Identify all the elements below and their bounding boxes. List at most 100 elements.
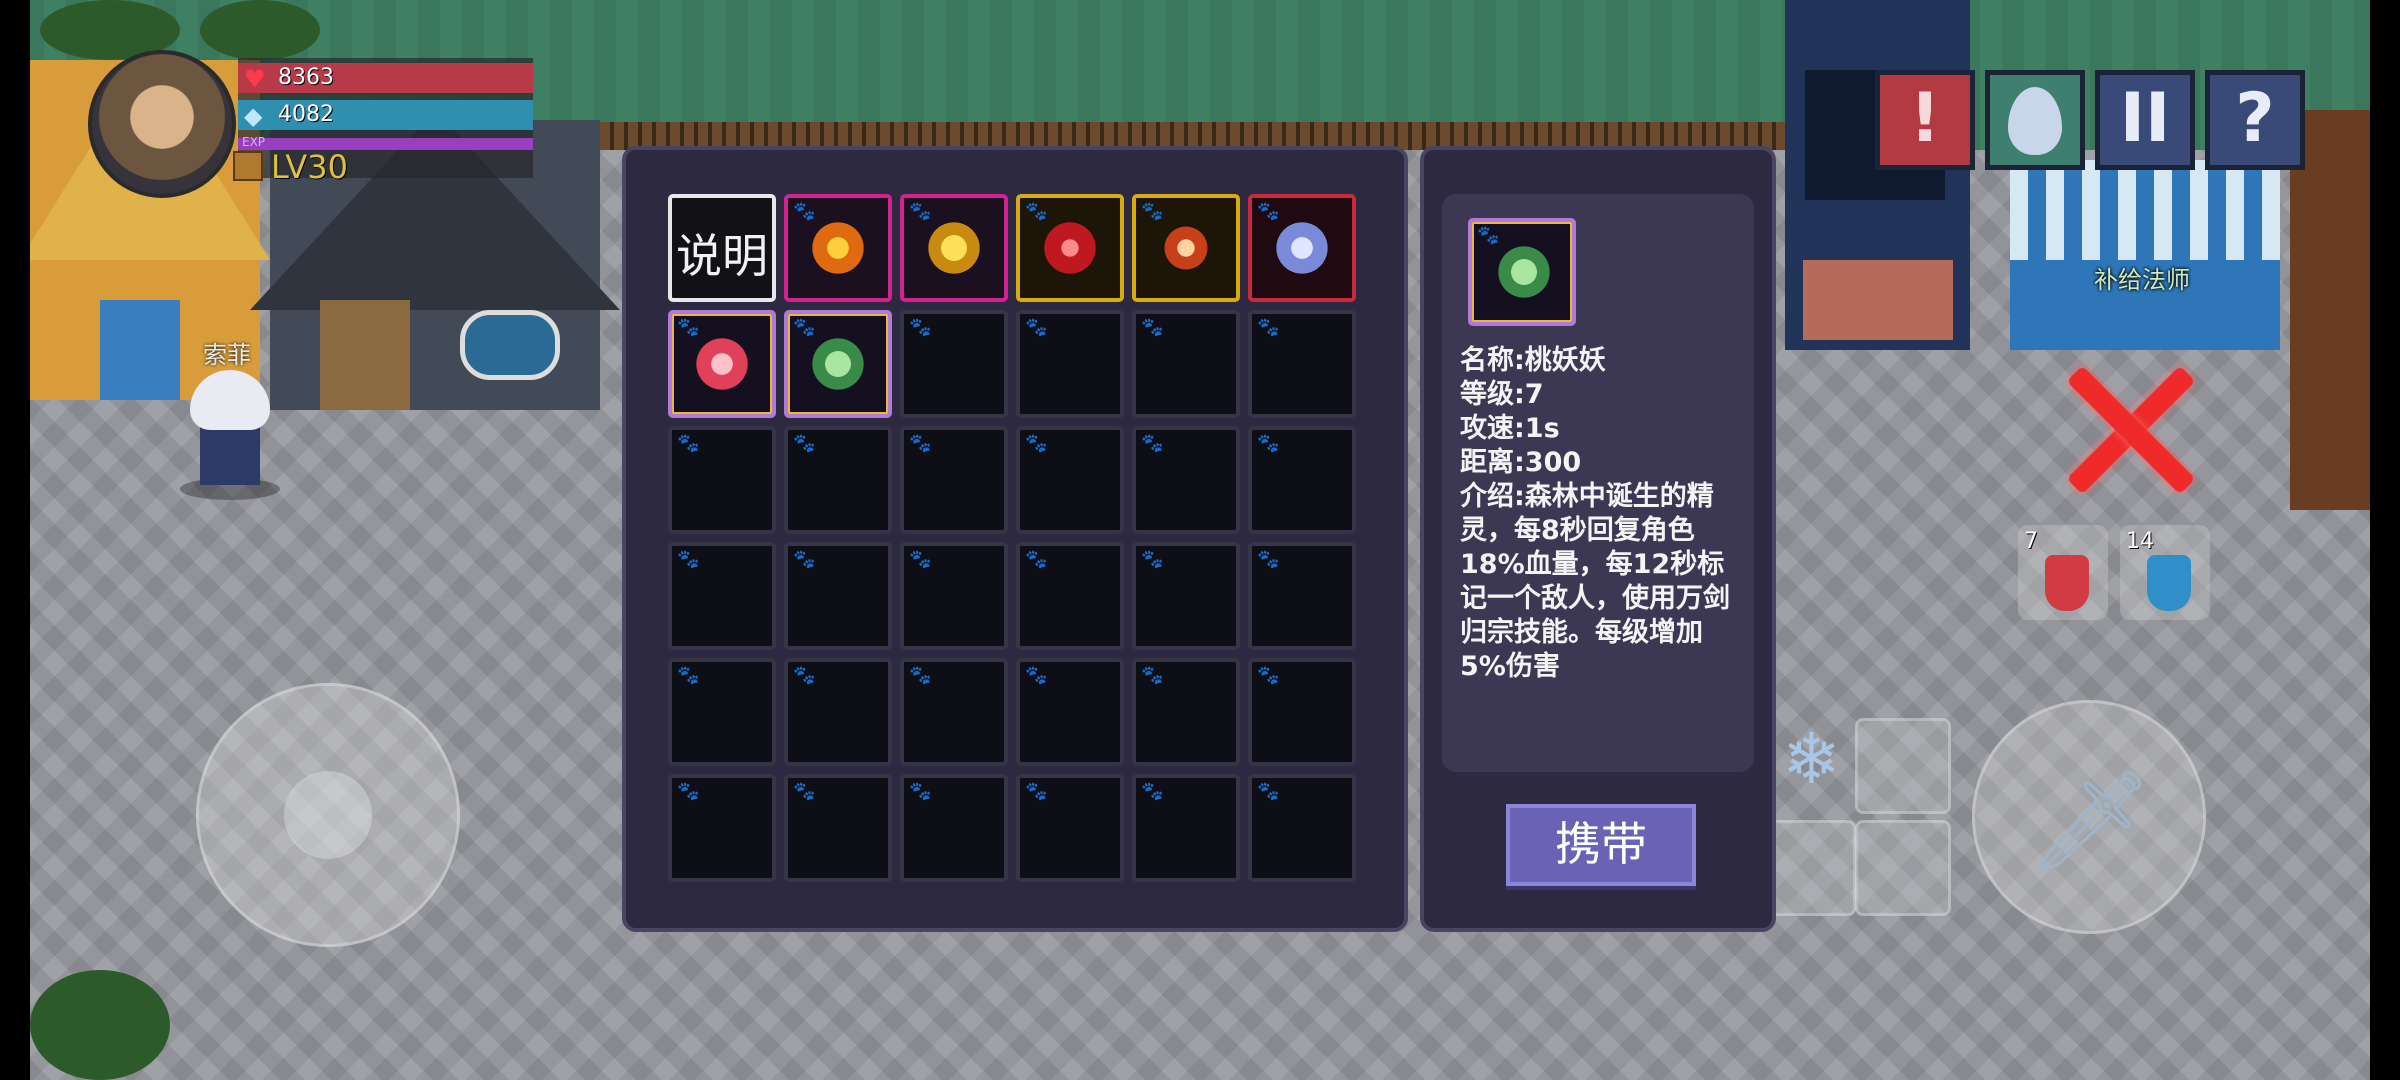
player-name-label: 索菲 [203,341,251,369]
ice-beast-pet-icon [1272,218,1332,278]
pet-slot-pumpkin-pet[interactable]: 🐾 [784,194,892,302]
tree [30,970,170,1080]
snowflake-skill-icon[interactable]: ❄ [1782,718,1841,800]
empty-pet-slot[interactable]: 🐾 [900,310,1008,418]
pet-detail-panel: 🐾 名称:桃妖妖 等级:7 攻速:1s 距离:300 介绍:森林中诞生的精灵，每… [1420,146,1776,932]
empty-pet-slot[interactable]: 🐾 [784,774,892,882]
paw-icon: 🐾 [677,549,700,570]
avatar[interactable] [88,50,236,198]
paw-icon: 🐾 [1477,225,1500,246]
move-joystick[interactable] [196,683,460,947]
empty-pet-slot[interactable]: 🐾 [1016,774,1124,882]
paw-icon: 🐾 [1141,317,1164,338]
blue-potion-slot[interactable]: 14 [2120,525,2210,620]
empty-pet-slot[interactable]: 🐾 [1132,426,1240,534]
pet-slot-bee-pet[interactable]: 🐾 [900,194,1008,302]
empty-pet-slot[interactable]: 🐾 [784,658,892,766]
paw-icon: 🐾 [793,665,816,686]
pet-inventory-panel: 说明 🐾 🐾 🐾 🐾 🐾 🐾 🐾 🐾 🐾 🐾 🐾 🐾 🐾 🐾 🐾 🐾 🐾 🐾 🐾 🐾 🐾 🐾 🐾 🐾 🐾 🐾 🐾 🐾 🐾 🐾 🐾 🐾 🐾 🐾 🐾 [622,146,1408,932]
empty-pet-slot[interactable]: 🐾 [1248,658,1356,766]
empty-pet-slot[interactable]: 🐾 [668,774,776,882]
red-potion-count: 7 [2024,529,2038,554]
empty-pet-slot[interactable]: 🐾 [1248,426,1356,534]
selected-pet-icon: 🐾 [1468,218,1576,326]
empty-pet-slot[interactable]: 🐾 [1132,774,1240,882]
house-door [320,300,410,410]
close-icon[interactable] [2060,360,2200,500]
egg-icon [2008,87,2062,155]
empty-pet-slot[interactable]: 🐾 [1248,542,1356,650]
egg-button[interactable] [1985,70,2085,170]
empty-pet-slot[interactable]: 🐾 [1248,310,1356,418]
blue-potion-count: 14 [2126,529,2154,554]
empty-pet-slot[interactable]: 🐾 [1132,310,1240,418]
pet-slot-flame-fairy-pet[interactable]: 🐾 [668,310,776,418]
paw-icon: 🐾 [677,781,700,802]
arcade-machine [1785,0,1970,350]
joystick-knob[interactable] [284,771,372,859]
explain-button[interactable]: 说明 [668,194,776,302]
empty-pet-slot[interactable]: 🐾 [784,426,892,534]
pet-slot-ice-beast-pet[interactable]: 🐾 [1248,194,1356,302]
paw-icon: 🐾 [1025,201,1048,222]
supply-shop [2010,160,2280,350]
paw-icon: 🐾 [1257,549,1280,570]
pet-range-line: 距离:300 [1460,447,1582,478]
carry-button[interactable]: 携带 [1506,804,1696,886]
skill-slot[interactable] [1855,718,1951,814]
empty-pet-slot[interactable]: 🐾 [900,774,1008,882]
paw-icon: 🐾 [677,317,700,338]
paw-icon: 🐾 [793,549,816,570]
paw-icon: 🐾 [1141,433,1164,454]
pet-slot-peach-fairy-pet[interactable]: 🐾 [784,310,892,418]
empty-pet-slot[interactable]: 🐾 [784,542,892,650]
pet-detail-card: 🐾 名称:桃妖妖 等级:7 攻速:1s 距离:300 介绍:森林中诞生的精灵，每… [1442,194,1754,772]
pet-slot-fire-spirit-pet[interactable]: 🐾 [1132,194,1240,302]
paw-icon: 🐾 [1025,781,1048,802]
peach-fairy-icon [1494,242,1554,302]
empty-pet-slot[interactable]: 🐾 [668,426,776,534]
empty-pet-slot[interactable]: 🐾 [668,658,776,766]
hp-value: 8363 [278,65,334,90]
mp-bar: ◆ 4082 [238,100,533,130]
red-orb-pet-icon [1040,218,1100,278]
house-door [100,300,180,400]
attack-button[interactable]: 🗡 [1972,700,2206,934]
empty-pet-slot[interactable]: 🐾 [900,658,1008,766]
empty-pet-slot[interactable]: 🐾 [668,542,776,650]
pet-level-line: 等级:7 [1460,379,1544,410]
paw-icon: 🐾 [1257,201,1280,222]
wooden-building [2290,110,2370,510]
pause-button[interactable]: II [2095,70,2195,170]
empty-pet-slot[interactable]: 🐾 [1016,310,1124,418]
pet-slot-red-orb-pet[interactable]: 🐾 [1016,194,1124,302]
exp-label: EXP [242,135,266,149]
pet-description: 名称:桃妖妖 等级:7 攻速:1s 距离:300 介绍:森林中诞生的精灵，每8秒… [1460,344,1740,684]
paw-icon: 🐾 [1025,665,1048,686]
paw-icon: 🐾 [1141,201,1164,222]
empty-pet-slot[interactable]: 🐾 [1132,658,1240,766]
red-potion-slot[interactable]: 7 [2018,525,2108,620]
letterbox-left [0,0,30,1080]
empty-pet-slot[interactable]: 🐾 [1016,658,1124,766]
empty-pet-slot[interactable]: 🐾 [900,542,1008,650]
house-window [460,310,560,380]
chest-icon [233,151,263,181]
paw-icon: 🐾 [1257,781,1280,802]
paw-icon: 🐾 [1257,317,1280,338]
alert-button[interactable]: ! [1875,70,1975,170]
blue-potion-icon [2147,555,2191,611]
empty-pet-slot[interactable]: 🐾 [1248,774,1356,882]
player-hud: ♥ 8363 ◆ 4082 EXP LV30 [78,50,538,198]
paw-icon: 🐾 [677,665,700,686]
empty-pet-slot[interactable]: 🐾 [1132,542,1240,650]
player-hair [190,370,270,430]
paw-icon: 🐾 [909,433,932,454]
paw-icon: 🐾 [909,201,932,222]
empty-pet-slot[interactable]: 🐾 [900,426,1008,534]
help-button[interactable]: ? [2205,70,2305,170]
player-body [200,425,260,485]
empty-pet-slot[interactable]: 🐾 [1016,426,1124,534]
skill-slot[interactable] [1855,820,1951,916]
empty-pet-slot[interactable]: 🐾 [1016,542,1124,650]
